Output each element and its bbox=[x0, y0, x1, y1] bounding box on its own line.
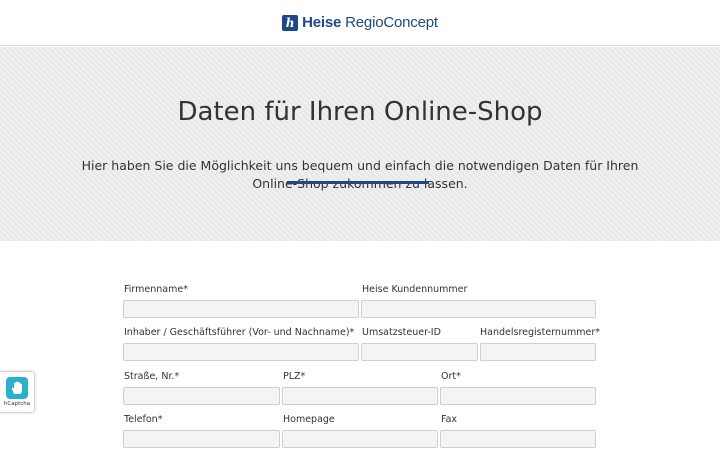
heise-regioconcept-logo[interactable]: h Heise RegioConcept bbox=[282, 14, 438, 31]
brand-bold: Heise bbox=[302, 14, 342, 31]
heise-logo-icon: h bbox=[282, 14, 299, 31]
ust-id-label: Umsatzsteuer-ID bbox=[362, 327, 441, 338]
telefon-label: Telefon* bbox=[124, 414, 163, 425]
hcaptcha-label: hCaptcha bbox=[3, 401, 31, 407]
plz-input[interactable] bbox=[282, 387, 438, 405]
hero-section: Daten für Ihren Online-Shop Hier haben S… bbox=[0, 47, 720, 241]
fax-input[interactable] bbox=[440, 430, 596, 448]
hcaptcha-hand-icon bbox=[6, 377, 28, 399]
hrnr-input[interactable] bbox=[480, 343, 596, 361]
homepage-label: Homepage bbox=[283, 414, 335, 425]
inhaber-input[interactable] bbox=[123, 343, 359, 361]
firmenname-input[interactable] bbox=[123, 300, 359, 318]
telefon-input[interactable] bbox=[123, 430, 280, 448]
ort-input[interactable] bbox=[440, 387, 596, 405]
strasse-label: Straße, Nr.* bbox=[124, 371, 180, 382]
firmenname-label: Firmenname* bbox=[124, 284, 188, 295]
fax-label: Fax bbox=[441, 414, 458, 425]
hcaptcha-badge[interactable]: hCaptcha bbox=[0, 371, 35, 413]
site-header: h Heise RegioConcept bbox=[0, 0, 720, 46]
homepage-input[interactable] bbox=[282, 430, 438, 448]
kundennummer-label: Heise Kundennummer bbox=[362, 284, 468, 295]
page-description: Hier haben Sie die Möglichkeit uns beque… bbox=[81, 158, 639, 191]
page-title: Daten für Ihren Online-Shop bbox=[177, 97, 543, 127]
brand-regular: RegioConcept bbox=[345, 14, 438, 31]
plz-label: PLZ* bbox=[283, 371, 306, 382]
ort-label: Ort* bbox=[441, 371, 461, 382]
ust-id-input[interactable] bbox=[361, 343, 478, 361]
strasse-input[interactable] bbox=[123, 387, 280, 405]
kundennummer-input[interactable] bbox=[361, 300, 596, 318]
inhaber-label: Inhaber / Geschäftsführer (Vor- und Nach… bbox=[124, 327, 355, 338]
title-underline bbox=[287, 181, 429, 184]
hrnr-label: Handelsregisternummer* bbox=[480, 327, 600, 338]
